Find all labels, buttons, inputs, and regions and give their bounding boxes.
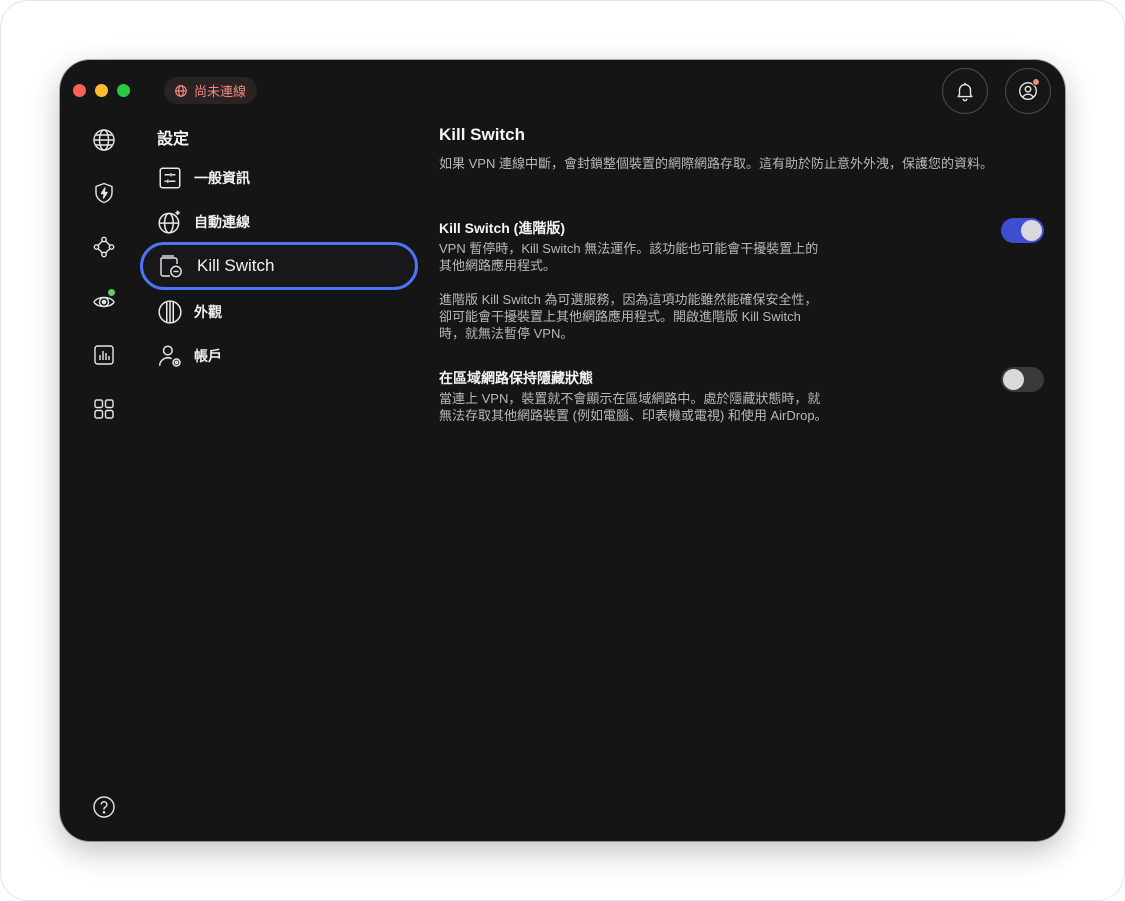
stealth-desc: 當連上 VPN，裝置就不會顯示在區域網路中。處於隱藏狀態時，就無法存取其他網路裝… [439,391,828,423]
minimize-window-button[interactable] [95,84,108,97]
toggle-knob [1021,220,1042,241]
menu-item-account[interactable]: 帳戶 [140,334,418,378]
rail-item-statistics[interactable] [86,337,122,373]
advanced-kill-switch-note: 進階版 Kill Switch 為可選服務，因為這項功能雖然能確保安全性，卻可能… [439,292,818,341]
rail-item-meshnet[interactable] [86,229,122,265]
menu-item-label: Kill Switch [197,256,275,275]
appearance-icon [158,300,182,324]
kill-switch-icon [160,255,182,278]
advanced-kill-switch-desc: VPN 暫停時，Kill Switch 無法運作。該功能也可能會干擾裝置上的其他… [439,241,819,273]
notifications-button[interactable] [942,68,988,114]
menu-item-label: 外觀 [194,304,222,320]
menu-item-general[interactable]: 一般資訊 [140,156,418,200]
toggle-knob [1003,369,1024,390]
advanced-kill-switch-title: Kill Switch (進階版) [439,220,565,236]
app-window: 尚未連線 設定 一般資訊 自動連線 Kill Switch 外觀 帳戶 Kill… [60,60,1065,841]
menu-item-kill-switch[interactable]: Kill Switch [140,242,418,290]
menu-item-label: 一般資訊 [194,170,250,186]
rail-item-threat-protection[interactable] [86,175,122,211]
stats-icon [94,345,114,365]
stealth-title: 在區域網路保持隱藏狀態 [439,370,593,386]
menu-item-label: 自動連線 [194,214,250,230]
account-settings-icon [158,345,181,367]
shield-bolt-icon [95,182,113,204]
menu-item-auto-connect[interactable]: 自動連線 [140,200,418,244]
page-title: Kill Switch [439,125,525,144]
rail-item-more[interactable] [86,391,122,427]
active-status-dot [107,288,116,297]
settings-title: 設定 [157,131,190,148]
stealth-toggle[interactable] [1001,367,1044,392]
globe-icon [175,84,187,97]
globe-icon [93,129,115,151]
zoom-window-button[interactable] [117,84,130,97]
window-controls [73,84,130,97]
bell-icon [957,82,973,102]
network-icon [93,236,115,258]
globe-sparkle-icon [158,210,180,234]
connection-status-badge[interactable]: 尚未連線 [164,77,258,104]
account-button[interactable] [1005,68,1051,114]
menu-item-label: 帳戶 [194,348,222,364]
rail-item-dark-web-monitor[interactable] [86,283,122,319]
account-notification-dot [1032,78,1040,86]
sliders-icon [159,167,181,189]
rail-item-globe[interactable] [86,122,122,158]
menu-item-appearance[interactable]: 外觀 [140,290,418,334]
connection-status-label: 尚未連線 [194,84,247,99]
page-description: 如果 VPN 連線中斷，會封鎖整個裝置的網際網路存取。這有助於防止意外外洩，保護… [439,156,993,171]
advanced-kill-switch-toggle[interactable] [1001,218,1044,243]
help-icon [93,796,115,818]
help-button[interactable] [86,789,122,825]
grid-icon [94,399,114,419]
close-window-button[interactable] [73,84,86,97]
